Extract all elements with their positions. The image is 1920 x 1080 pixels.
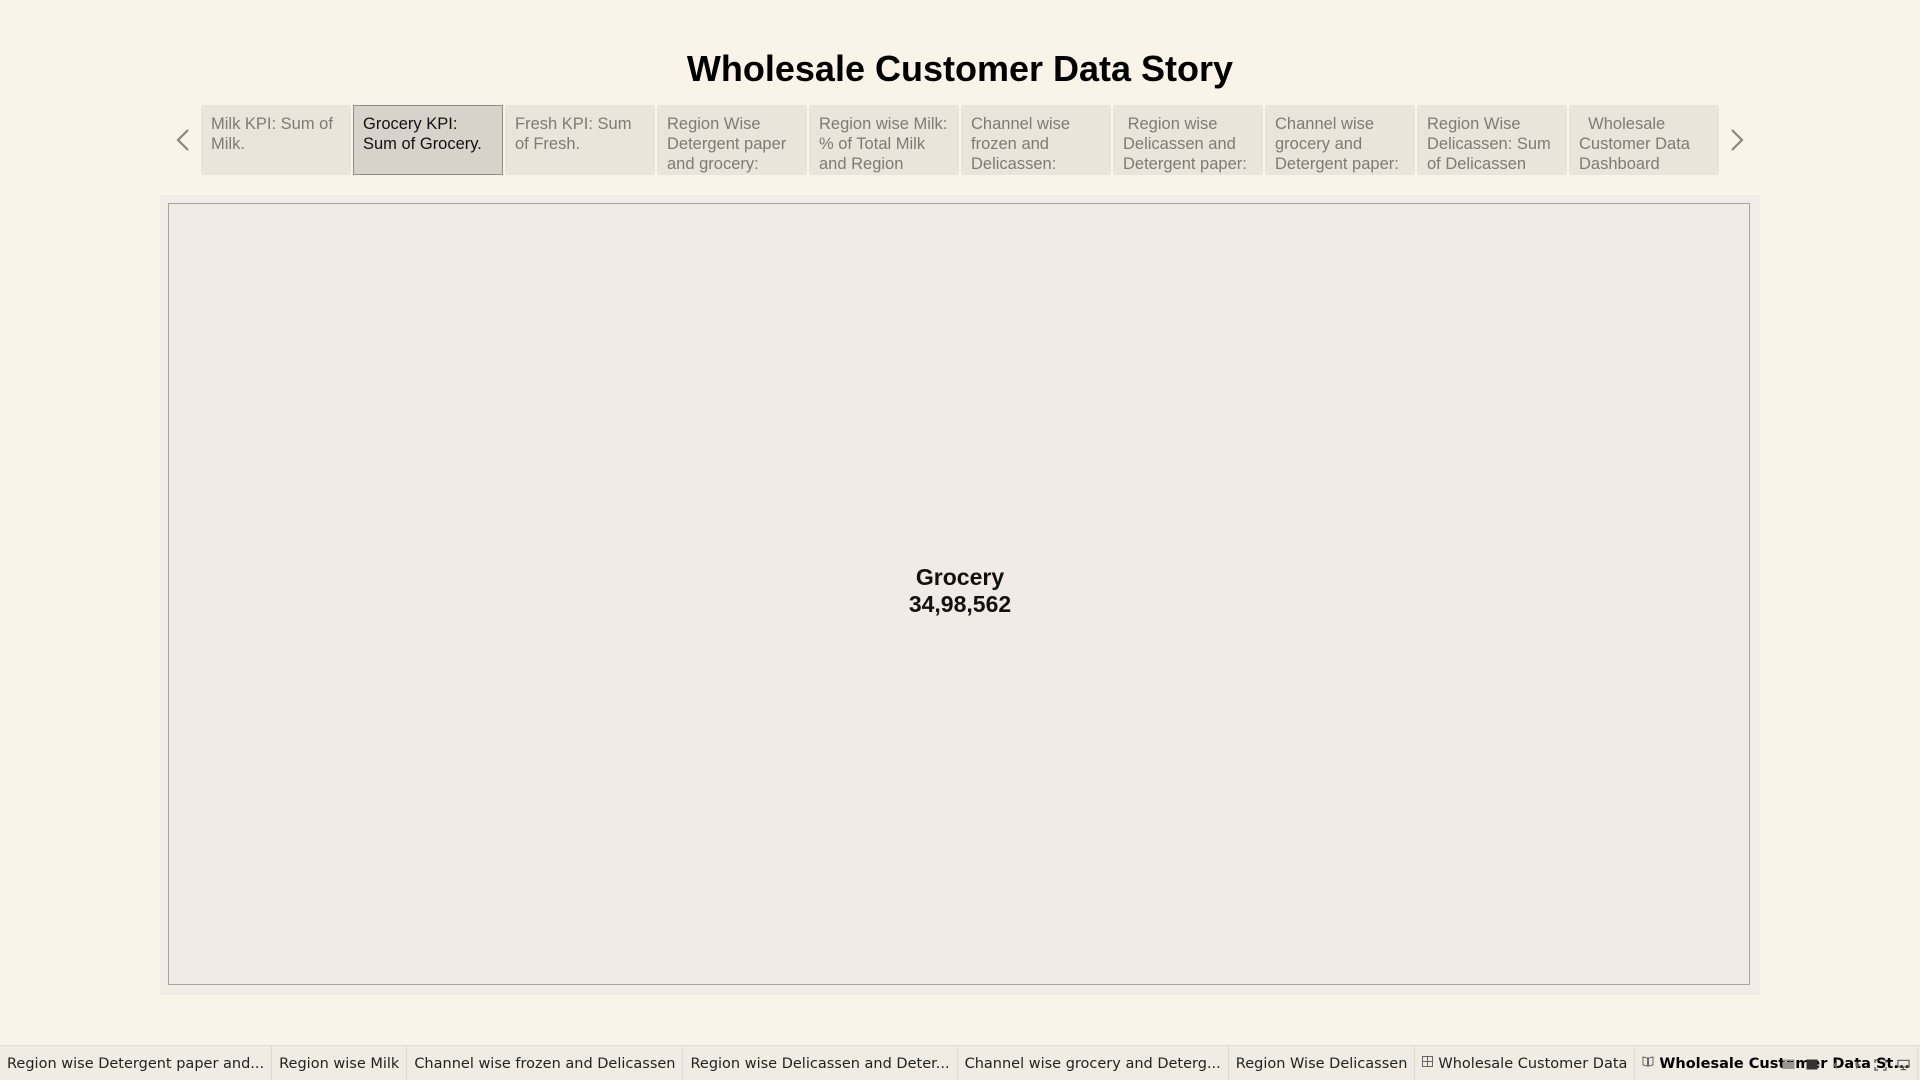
chevron-left-icon	[176, 129, 189, 151]
story-page: Wholesale Customer Data Story Milk KPI: …	[0, 0, 1920, 1080]
next-story-point-button[interactable]	[1722, 120, 1750, 160]
sheet-tab[interactable]: Channel wise frozen and Delicassen	[407, 1046, 684, 1080]
story-point-region-milk[interactable]: Region wise Milk: % of Total Milk and Re…	[809, 105, 959, 175]
show-tabs-icon[interactable]	[1805, 1058, 1818, 1071]
story-point-label: Region Wise Delicassen: Sum of Delicasse…	[1427, 115, 1551, 173]
story-point-label: Channel wise grocery and Detergent paper…	[1275, 115, 1399, 173]
story-point-region-delicassen-detergent[interactable]: Region wise Delicassen and Detergent pap…	[1113, 105, 1263, 175]
story-point-grocery-kpi[interactable]: Grocery KPI: Sum of Grocery.	[353, 105, 503, 175]
sheet-tab-label: Region wise Delicassen and Deter...	[690, 1055, 950, 1072]
sheet-tab-bar: Region wise Detergent paper and... Regio…	[0, 1045, 1920, 1080]
story-point-dashboard[interactable]: Wholesale Customer Data Dashboard	[1569, 105, 1719, 175]
previous-story-point-button[interactable]	[170, 120, 198, 160]
story-canvas: Grocery 34,98,562	[168, 203, 1750, 985]
story-point-label: Milk KPI: Sum of Milk.	[211, 115, 333, 153]
story-point-label: Grocery KPI: Sum of Grocery.	[363, 115, 482, 153]
dashboard-icon	[1422, 1056, 1434, 1071]
story-point-milk-kpi[interactable]: Milk KPI: Sum of Milk.	[201, 105, 351, 175]
story-point-label: Region wise Delicassen and Detergent pap…	[1123, 115, 1247, 173]
kpi-card: Grocery 34,98,562	[169, 564, 1751, 618]
scroll-tabs-left-icon[interactable]	[1828, 1058, 1841, 1071]
story-point-channel-grocery-detergent[interactable]: Channel wise grocery and Detergent paper…	[1265, 105, 1415, 175]
sheet-tab[interactable]: Channel wise grocery and Deterg...	[958, 1046, 1229, 1080]
sheet-tab-label: Region wise Milk	[279, 1055, 400, 1072]
scroll-tabs-right-icon[interactable]	[1851, 1058, 1864, 1071]
story-point-label: Region wise Milk: % of Total Milk and Re…	[819, 115, 948, 173]
sheet-tab-label: Channel wise frozen and Delicassen	[414, 1055, 676, 1072]
story-navigator: Milk KPI: Sum of Milk. Grocery KPI: Sum …	[201, 105, 1719, 175]
story-title: Wholesale Customer Data Story	[686, 48, 1234, 89]
story-point-label: Channel wise frozen and Delicassen:	[971, 115, 1071, 173]
kpi-label: Grocery	[915, 564, 1005, 590]
presentation-mode-icon[interactable]	[1897, 1058, 1910, 1071]
story-point-region-delicassen[interactable]: Region Wise Delicassen: Sum of Delicasse…	[1417, 105, 1567, 175]
fullscreen-icon[interactable]	[1874, 1058, 1887, 1071]
sheet-tab-dashboard[interactable]: Wholesale Customer Data	[1415, 1046, 1636, 1080]
sheet-tab-label: Region Wise Delicassen	[1235, 1055, 1408, 1072]
story-point-label: Fresh KPI: Sum of Fresh.	[515, 115, 632, 153]
sheet-tab[interactable]: Region wise Detergent paper and...	[0, 1046, 273, 1080]
story-point-label: Region Wise Detergent paper and grocery:	[667, 115, 787, 173]
story-icon	[1642, 1056, 1654, 1071]
sheet-tab[interactable]: Region wise Delicassen and Deter...	[683, 1046, 958, 1080]
story-point-fresh-kpi[interactable]: Fresh KPI: Sum of Fresh.	[505, 105, 655, 175]
story-point-region-detergent-grocery[interactable]: Region Wise Detergent paper and grocery:	[657, 105, 807, 175]
story-point-channel-frozen-delicassen[interactable]: Channel wise frozen and Delicassen:	[961, 105, 1111, 175]
sheet-tab[interactable]: Region Wise Delicassen	[1229, 1046, 1416, 1080]
story-point-label: Wholesale Customer Data Dashboard	[1579, 115, 1695, 173]
sheet-tab-label: Wholesale Customer Data	[1438, 1055, 1628, 1072]
sheet-tab[interactable]: Region wise Milk	[272, 1046, 408, 1080]
show-filmstrip-icon[interactable]	[1782, 1058, 1795, 1071]
kpi-value: 34,98,562	[908, 591, 1012, 617]
chevron-right-icon	[1731, 129, 1744, 151]
sheet-tab-label: Channel wise grocery and Deterg...	[964, 1055, 1221, 1072]
sheet-tab-label: Region wise Detergent paper and...	[7, 1055, 265, 1072]
story-frame: Grocery 34,98,562	[160, 195, 1760, 995]
tab-controls	[1782, 1058, 1910, 1071]
